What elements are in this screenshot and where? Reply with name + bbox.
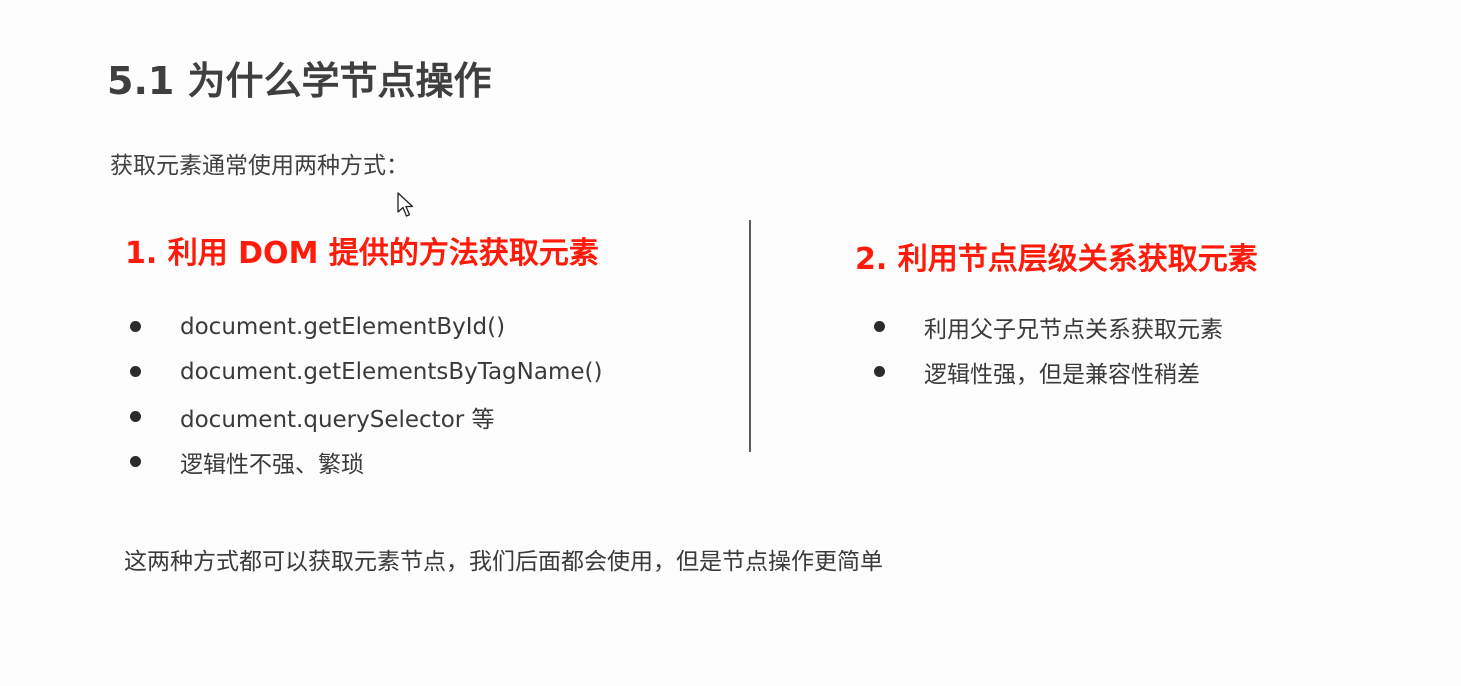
list-item-text: document.getElementById() [180, 313, 506, 340]
list-item: document.getElementsByTagName() [130, 349, 602, 394]
column-divider [749, 220, 751, 452]
mouse-pointer-icon [397, 192, 414, 217]
right-column-heading: 2. 利用节点层级关系获取元素 [855, 242, 1258, 277]
slide-canvas: 5.1 为什么学节点操作 获取元素通常使用两种方式： 1. 利用 DOM 提供的… [0, 0, 1461, 686]
list-item: 利用父子兄节点关系获取元素 [874, 304, 1223, 349]
bullet-dot-icon [130, 456, 141, 467]
list-item: 逻辑性强，但是兼容性稍差 [874, 349, 1223, 394]
bullet-dot-icon [130, 411, 141, 422]
left-column-heading: 1. 利用 DOM 提供的方法获取元素 [125, 236, 599, 271]
bullet-dot-icon [874, 321, 885, 332]
bullet-dot-icon [130, 321, 141, 332]
summary-text: 这两种方式都可以获取元素节点，我们后面都会使用，但是节点操作更简单 [124, 549, 883, 575]
list-item-text: 利用父子兄节点关系获取元素 [924, 316, 1223, 343]
right-bullet-list: 利用父子兄节点关系获取元素 逻辑性强，但是兼容性稍差 [874, 304, 1223, 394]
bullet-dot-icon [130, 366, 141, 377]
list-item-text: document.querySelector 等 [180, 406, 495, 433]
list-item-text: document.getElementsByTagName() [180, 358, 603, 385]
page-title: 5.1 为什么学节点操作 [107, 59, 492, 103]
list-item: document.querySelector 等 [130, 394, 602, 439]
list-item-text: 逻辑性不强、繁琐 [180, 451, 364, 478]
left-bullet-list: document.getElementById() document.getEl… [130, 304, 602, 484]
list-item: 逻辑性不强、繁琐 [130, 439, 602, 484]
bullet-dot-icon [874, 366, 885, 377]
intro-text: 获取元素通常使用两种方式： [110, 153, 409, 179]
list-item-text: 逻辑性强，但是兼容性稍差 [924, 361, 1200, 388]
list-item: document.getElementById() [130, 304, 602, 349]
